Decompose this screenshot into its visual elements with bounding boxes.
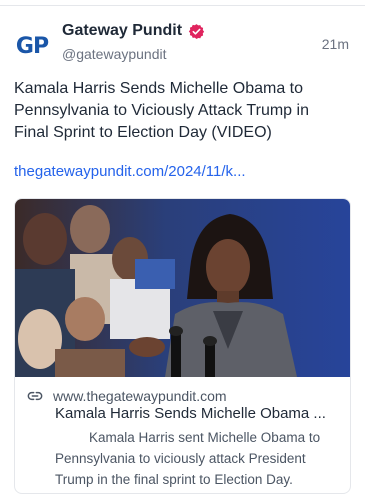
card-title[interactable]: Kamala Harris Sends Michelle Obama ... <box>55 405 345 422</box>
card-description: Kamala Harris sent Michelle Obama to Pen… <box>55 430 321 487</box>
link-preview-image[interactable] <box>15 199 350 377</box>
avatar[interactable]: GP <box>14 28 50 64</box>
avatar-logo-text: GP <box>15 33 49 59</box>
post-link[interactable]: thegatewaypundit.com/2024/11/k... <box>14 163 246 180</box>
verified-badge-icon <box>188 23 205 40</box>
handle[interactable]: @gatewaypundit <box>62 46 167 62</box>
author-row: Gateway Pundit <box>62 22 205 40</box>
link-preview-card[interactable]: www.thegatewaypundit.com Kamala Harris S… <box>14 198 351 494</box>
card-domain: www.thegatewaypundit.com <box>53 388 227 404</box>
post-text: Kamala Harris Sends Michelle Obama to Pe… <box>14 80 309 141</box>
display-name[interactable]: Gateway Pundit <box>62 22 182 40</box>
post-card[interactable]: GP Gateway Pundit @gatewaypundit 21m Kam… <box>0 0 365 500</box>
link-icon <box>27 388 43 404</box>
card-domain-row: www.thegatewaypundit.com <box>27 388 227 404</box>
timestamp[interactable]: 21m <box>322 36 349 52</box>
